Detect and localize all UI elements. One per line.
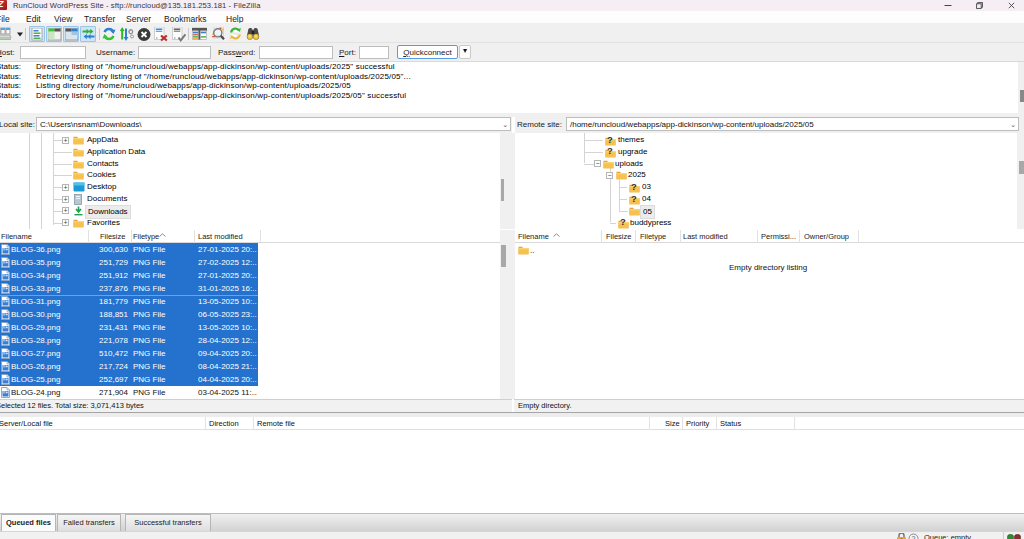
svg-text:?: ? — [912, 535, 916, 539]
